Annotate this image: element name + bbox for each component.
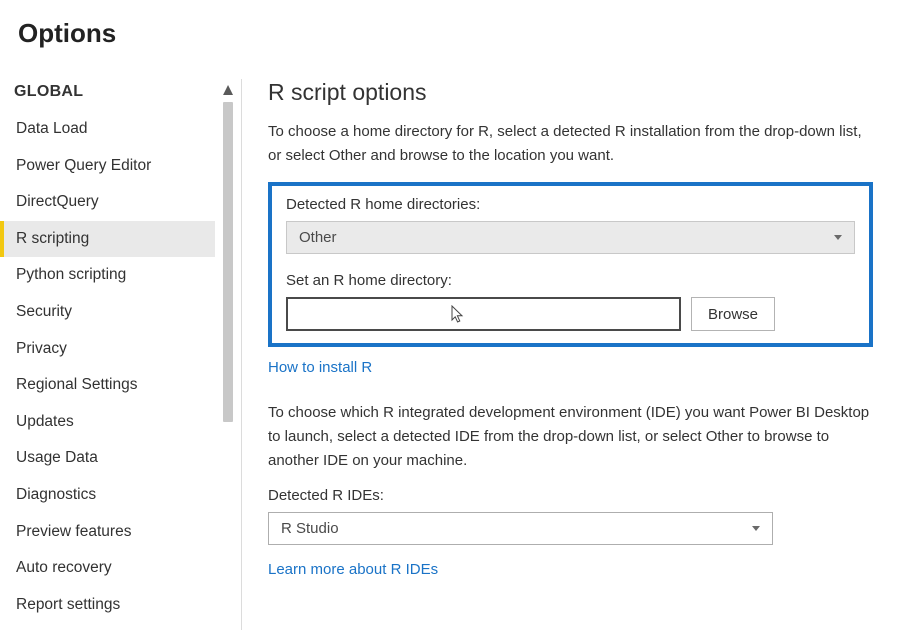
main-layout: GLOBAL Data Load Power Query Editor Dire…: [0, 79, 901, 630]
sidebar-item-privacy[interactable]: Privacy: [14, 331, 215, 368]
detected-home-label: Detected R home directories:: [286, 196, 855, 213]
learn-more-r-ides-link[interactable]: Learn more about R IDEs: [268, 561, 438, 578]
r-home-input[interactable]: [286, 297, 681, 331]
how-to-install-r-link[interactable]: How to install R: [268, 359, 372, 376]
intro-text-ide: To choose which R integrated development…: [268, 401, 873, 473]
sidebar-group-label: GLOBAL: [14, 79, 215, 111]
sidebar-item-auto-recovery[interactable]: Auto recovery: [14, 550, 215, 587]
sidebar-item-preview-features[interactable]: Preview features: [14, 514, 215, 551]
sidebar-item-diagnostics[interactable]: Diagnostics: [14, 477, 215, 514]
highlight-box: Detected R home directories: Other Set a…: [268, 182, 873, 347]
sidebar-item-usage-data[interactable]: Usage Data: [14, 440, 215, 477]
content-panel: R script options To choose a home direct…: [244, 79, 901, 630]
sidebar-item-power-query-editor[interactable]: Power Query Editor: [14, 148, 215, 185]
vertical-divider: [241, 79, 242, 630]
sidebar-item-regional-settings[interactable]: Regional Settings: [14, 367, 215, 404]
detected-ide-value: R Studio: [281, 520, 339, 537]
sidebar-item-directquery[interactable]: DirectQuery: [14, 184, 215, 221]
sidebar-item-data-load[interactable]: Data Load: [14, 111, 215, 148]
sidebar-nav-list: Data Load Power Query Editor DirectQuery…: [14, 111, 215, 623]
detected-ide-dropdown[interactable]: R Studio: [268, 512, 773, 545]
sidebar-item-r-scripting[interactable]: R scripting: [0, 221, 215, 258]
scroll-up-icon[interactable]: ▲: [220, 81, 237, 98]
intro-text-home: To choose a home directory for R, select…: [268, 120, 873, 168]
sidebar-item-security[interactable]: Security: [14, 294, 215, 331]
browse-button[interactable]: Browse: [691, 297, 775, 331]
sidebar: GLOBAL Data Load Power Query Editor Dire…: [0, 79, 215, 630]
chevron-down-icon: [834, 235, 842, 240]
sidebar-item-python-scripting[interactable]: Python scripting: [14, 257, 215, 294]
set-home-label: Set an R home directory:: [286, 272, 855, 289]
sidebar-item-updates[interactable]: Updates: [14, 404, 215, 441]
sidebar-item-report-settings[interactable]: Report settings: [14, 587, 215, 624]
detected-home-value: Other: [299, 229, 337, 246]
scroll-thumb[interactable]: [223, 102, 233, 422]
sidebar-scrollbar[interactable]: ▲: [215, 79, 241, 630]
detected-ide-label: Detected R IDEs:: [268, 487, 873, 504]
chevron-down-icon: [752, 526, 760, 531]
detected-home-dropdown[interactable]: Other: [286, 221, 855, 254]
section-heading: R script options: [268, 79, 873, 106]
page-title: Options: [0, 0, 901, 79]
